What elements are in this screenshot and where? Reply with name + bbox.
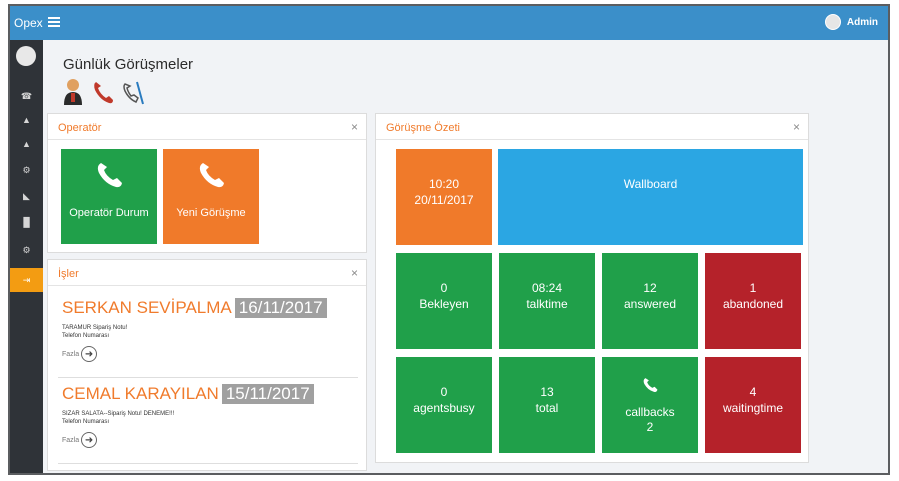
more-label: Fazla [62,436,80,444]
gear-icon: ⚙ [22,244,31,255]
stat-value: 0 [440,281,448,295]
stat-tile-waitingtime: 4 waitingtime [705,357,801,453]
clock-time: 10:20 [428,177,460,191]
new-call-button[interactable]: Yeni Görüşme [163,149,259,244]
clock-tile: 10:20 20/11/2017 [396,149,492,245]
user-menu[interactable]: Admin [824,14,878,30]
avatar [824,14,841,30]
job-name: SERKAN SEVİPALMA [62,298,232,317]
phone-icon [97,163,122,188]
wallboard-label: Wallboard [623,177,678,191]
operator-icon[interactable] [61,78,85,106]
tile-label: Yeni Görüşme [176,207,246,219]
phone-list-icon[interactable] [121,78,145,106]
panel-header: Operatör × [48,114,366,140]
stat-label: total [535,401,559,415]
call-summary-panel: Görüşme Özeti × 10:20 20/11/2017 Wallboa… [375,113,809,463]
stat-tile-abandoned: 1 abandoned [705,253,801,349]
stat-value: 1 [749,281,757,295]
job-phone-label: Telefon Numarası [62,419,110,425]
stat-tile-agentsbusy: 0 agentsbusy [396,357,492,453]
stat-value: 12 [643,281,657,295]
close-icon[interactable]: × [351,266,358,280]
operator-status-button[interactable]: Operatör Durum [61,149,157,244]
stat-tile-bekleyen: 0 Bekleyen [396,253,492,349]
sidebar-item-calls[interactable]: ☎ [10,84,43,108]
phone-icon [199,163,224,188]
phone-icon [643,378,658,392]
panel-header: İşler × [48,260,366,286]
stat-label: agentsbusy [413,401,475,415]
panel-header: Görüşme Özeti × [376,114,808,140]
chart-area-icon: ◣ [23,190,30,201]
arrow-right-icon[interactable]: ➜ [81,432,98,448]
operator-panel: Operatör × Operatör Durum Yeni Görüşme [47,113,367,253]
stat-value: 0 [440,385,448,399]
more-link[interactable]: Fazla ➜ [62,346,98,362]
phone-icon: ☎ [20,90,33,101]
stat-value: 08:24 [531,281,563,295]
stat-tile-callbacks[interactable]: callbacks 2 [602,357,698,453]
app-window: Opex Admin ☎ ▲ ▲ ⚙ ◣ ▐▌ ⚙ ⇥ Günlük Görüş… [8,4,890,475]
sidebar-item-settings[interactable]: ⚙ [10,158,43,182]
sidebar: ☎ ▲ ▲ ⚙ ◣ ▐▌ ⚙ ⇥ [10,40,43,473]
sidebar-item-users[interactable]: ▲ [10,108,43,132]
stat-label: answered [623,297,677,311]
job-date: 16/11/2017 [234,298,327,318]
tile-label: Operatör Durum [69,207,149,219]
phone-icon[interactable] [91,78,115,106]
sidebar-avatar [16,46,36,66]
job-note: TARAMUR Sipariş Notu! [62,325,128,331]
more-link[interactable]: Fazla ➜ [62,432,98,448]
more-label: Fazla [62,350,80,358]
jobs-panel: İşler × SERKAN SEVİPALMA 16/11/2017 TARAM… [47,259,367,471]
clock-date: 20/11/2017 [414,193,474,207]
stat-label: callbacks [625,405,675,419]
user-icon: ▲ [22,139,31,149]
close-icon[interactable]: × [793,120,800,134]
job-note: SIZAR SALATA--Sipariş Notu! DENEME!!! [62,411,175,417]
user-icon: ▲ [22,115,31,125]
stat-tile-answered: 12 answered [602,253,698,349]
top-bar: Opex Admin [10,6,888,40]
close-icon[interactable]: × [351,120,358,134]
arrow-right-icon[interactable]: ➜ [81,346,98,362]
sidebar-item-logout[interactable]: ⇥ [10,268,43,292]
job-phone-label: Telefon Numarası [62,333,110,339]
stat-tile-total: 13 total [499,357,595,453]
job-name: CEMAL KARAYILAN [62,384,219,403]
page-title: Günlük Görüşmeler [63,56,194,73]
stat-label: talktime [526,297,568,311]
list-item[interactable]: CEMAL KARAYILAN 15/11/2017 SIZAR SALATA--… [58,384,358,464]
stat-value: 4 [749,385,757,399]
list-item[interactable]: SERKAN SEVİPALMA 16/11/2017 TARAMUR Sipar… [58,298,358,378]
sidebar-item-config[interactable]: ⚙ [10,238,43,262]
brand-logo[interactable]: Opex [14,16,43,30]
main-content: Günlük Görüşmeler Operatör × Operatör Du… [43,40,888,473]
panel-title: İşler [58,268,79,280]
user-name: Admin [846,16,878,28]
bar-chart-icon: ▐▌ [20,217,33,227]
stat-tile-talktime: 08:24 talktime [499,253,595,349]
stat-label: waitingtime [722,401,784,415]
panel-title: Görüşme Özeti [386,122,460,134]
stat-label: Bekleyen [419,297,469,311]
sidebar-item-area-chart[interactable]: ◣ [10,184,43,208]
title-icons [61,78,145,106]
stat-label: abandoned [722,297,784,311]
stat-value: 2 [646,420,654,434]
stat-value: 13 [540,385,554,399]
wallboard-button[interactable]: Wallboard [498,149,803,245]
job-date: 15/11/2017 [221,384,314,404]
gear-icon: ⚙ [22,164,31,175]
sidebar-item-reports[interactable]: ▐▌ [10,210,43,234]
panel-title: Operatör [58,122,102,134]
menu-icon[interactable] [48,17,60,27]
logout-icon: ⇥ [22,274,31,285]
sidebar-item-operators[interactable]: ▲ [10,132,43,156]
